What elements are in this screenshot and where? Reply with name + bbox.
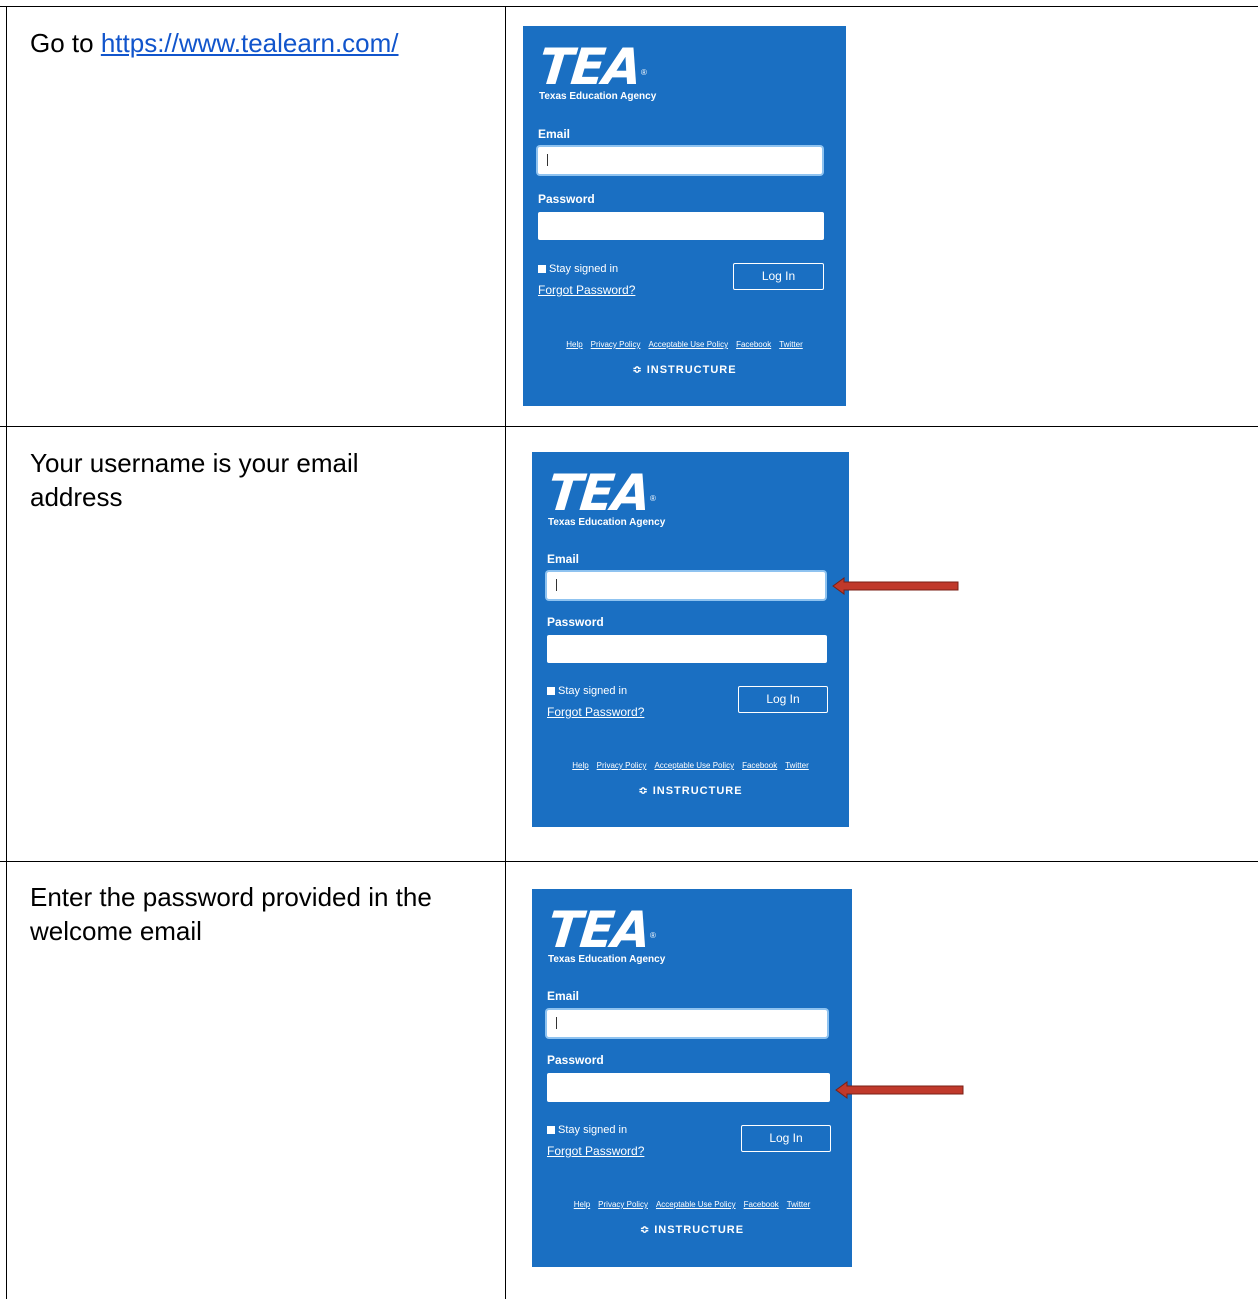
password-label: Password	[538, 192, 595, 206]
email-label: Email	[547, 989, 580, 1003]
email-field[interactable]	[547, 572, 825, 599]
email-field[interactable]	[547, 1010, 827, 1037]
forgot-password-link[interactable]: Forgot Password?	[538, 283, 635, 297]
checkbox-box[interactable]	[538, 265, 546, 273]
password-field[interactable]	[547, 635, 827, 663]
email-field[interactable]	[538, 147, 822, 174]
footer-link-twitter[interactable]: Twitter	[779, 340, 803, 349]
footer-links: Help Privacy Policy Acceptable Use Policy F…	[532, 761, 849, 770]
table-top-border	[0, 6, 1258, 7]
footer-links: Help Privacy Policy Acceptable Use Policy F…	[523, 340, 846, 349]
registered-mark: ®	[641, 68, 647, 77]
login-screenshot-1: TEA Texas Education Agency ® Email Passw…	[523, 26, 846, 406]
footer-link-help[interactable]: Help	[574, 1200, 590, 1209]
forgot-password-link[interactable]: Forgot Password?	[547, 1144, 644, 1158]
stay-signed-in-label: Stay signed in	[558, 685, 628, 697]
stay-signed-in-checkbox[interactable]: Stay signed in	[538, 263, 618, 275]
password-label: Password	[547, 1053, 604, 1067]
step-1-text: Go to https://www.tealearn.com/	[30, 26, 480, 60]
arrow-to-password-field	[835, 1081, 964, 1099]
footer-link-facebook[interactable]: Facebook	[744, 1200, 779, 1209]
login-button[interactable]: Log In	[741, 1125, 831, 1152]
footer-link-facebook[interactable]: Facebook	[742, 761, 777, 770]
logo-wordmark: TEA	[535, 38, 644, 96]
login-button[interactable]: Log In	[738, 686, 828, 713]
stay-signed-in-checkbox[interactable]: Stay signed in	[547, 1124, 627, 1136]
footer-link-privacy[interactable]: Privacy Policy	[598, 1200, 648, 1209]
instructure-icon: ≎	[632, 364, 647, 376]
footer-link-privacy[interactable]: Privacy Policy	[591, 340, 641, 349]
logo-wordmark: TEA	[544, 901, 653, 959]
text-caret	[556, 1017, 557, 1029]
tea-logo: TEA Texas Education Agency	[535, 38, 656, 102]
password-label: Password	[547, 615, 604, 629]
instructure-text: INSTRUCTURE	[654, 1224, 745, 1236]
step-1-prefix: Go to	[30, 28, 101, 58]
logo-wordmark: TEA	[544, 464, 653, 522]
footer-link-aup[interactable]: Acceptable Use Policy	[648, 340, 728, 349]
instructure-brand: ≎ INSTRUCTURE	[532, 784, 849, 797]
instructure-brand: ≎ INSTRUCTURE	[523, 363, 846, 376]
footer-link-privacy[interactable]: Privacy Policy	[597, 761, 647, 770]
stay-signed-in-label: Stay signed in	[549, 263, 619, 275]
instructure-brand: ≎ INSTRUCTURE	[532, 1223, 852, 1236]
password-field[interactable]	[538, 212, 824, 240]
table-column-divider	[505, 6, 506, 1299]
checkbox-box[interactable]	[547, 687, 555, 695]
instructure-icon: ≎	[638, 785, 653, 797]
forgot-password-link[interactable]: Forgot Password?	[547, 705, 644, 719]
login-screenshot-3: TEA Texas Education Agency ® Email Passw…	[532, 889, 852, 1267]
step-2-text: Your username is your email address	[30, 448, 359, 512]
stay-signed-in-label: Stay signed in	[558, 1124, 628, 1136]
registered-mark: ®	[650, 931, 656, 940]
password-field[interactable]	[547, 1073, 830, 1102]
footer-link-help[interactable]: Help	[572, 761, 588, 770]
checkbox-box[interactable]	[547, 1126, 555, 1134]
registered-mark: ®	[650, 494, 656, 503]
footer-link-twitter[interactable]: Twitter	[787, 1200, 811, 1209]
table-row-divider-2	[0, 861, 1258, 862]
login-button[interactable]: Log In	[733, 263, 824, 290]
table-left-border	[6, 6, 7, 1299]
footer-link-facebook[interactable]: Facebook	[736, 340, 771, 349]
step-3-text: Enter the password provided in the welco…	[30, 882, 432, 946]
tealearn-link[interactable]: https://www.tealearn.com/	[101, 28, 399, 58]
instructure-text: INSTRUCTURE	[646, 364, 737, 376]
footer-link-help[interactable]: Help	[566, 340, 582, 349]
tea-logo: TEA Texas Education Agency	[544, 901, 665, 965]
instructure-icon: ≎	[639, 1224, 655, 1236]
tea-logo: TEA Texas Education Agency	[544, 464, 665, 528]
text-caret	[547, 154, 548, 166]
table-row-divider-1	[0, 426, 1258, 427]
email-label: Email	[538, 127, 571, 141]
footer-link-aup[interactable]: Acceptable Use Policy	[656, 1200, 736, 1209]
email-label: Email	[547, 552, 580, 566]
arrow-to-email-field	[832, 577, 959, 595]
login-screenshot-2: TEA Texas Education Agency ® Email Passw…	[532, 452, 849, 827]
instructure-text: INSTRUCTURE	[652, 785, 743, 797]
stay-signed-in-checkbox[interactable]: Stay signed in	[547, 685, 627, 697]
footer-link-twitter[interactable]: Twitter	[785, 761, 809, 770]
text-caret	[556, 579, 557, 591]
footer-link-aup[interactable]: Acceptable Use Policy	[654, 761, 734, 770]
footer-links: Help Privacy Policy Acceptable Use Policy F…	[532, 1200, 852, 1209]
